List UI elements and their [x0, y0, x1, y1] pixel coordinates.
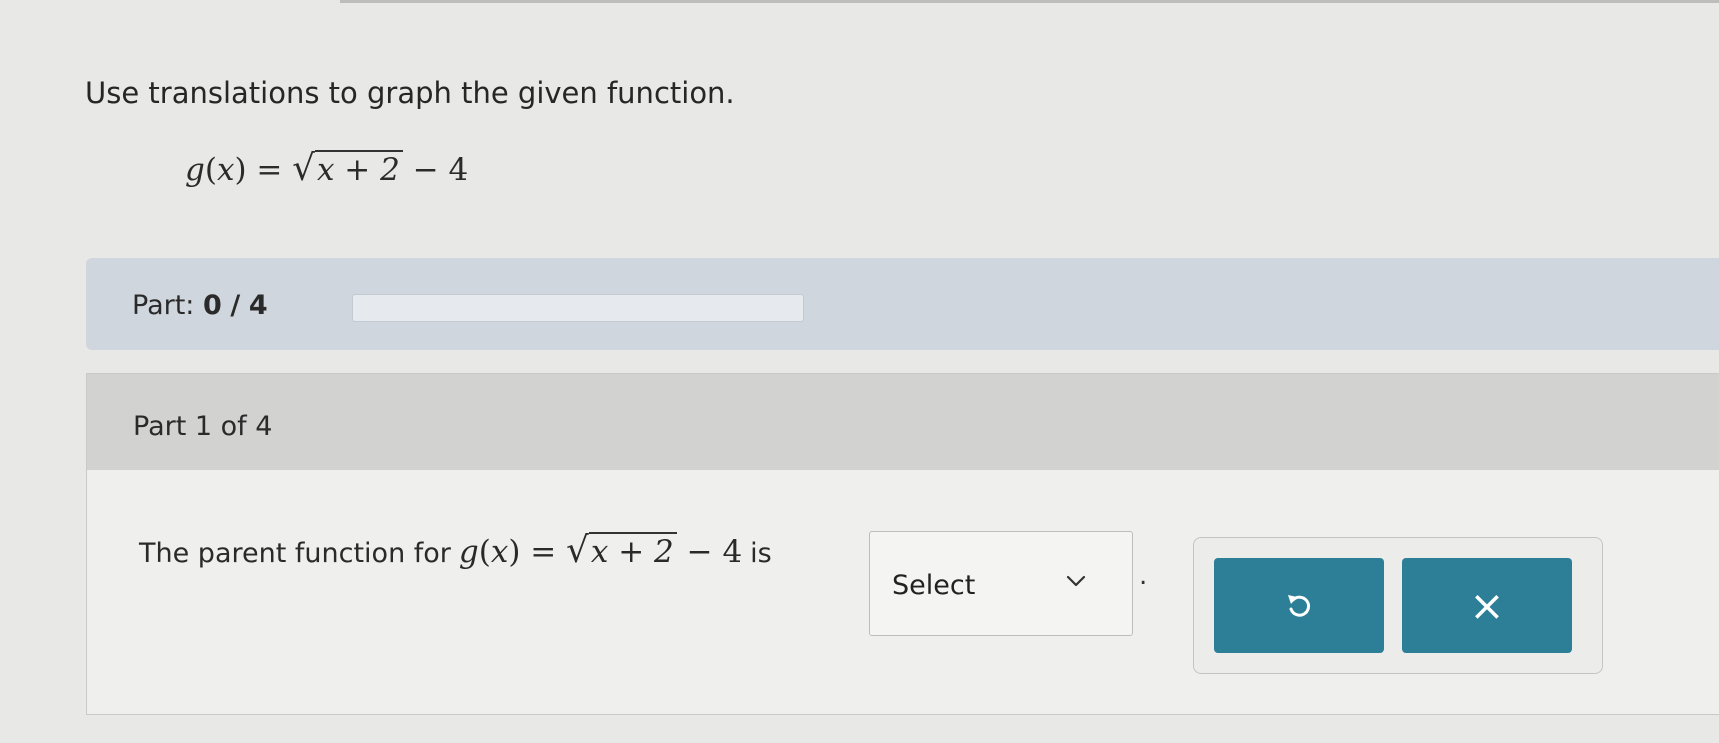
function-tail: − 4 [412, 151, 469, 188]
undo-icon [1288, 594, 1311, 617]
question-formula: g(x) = √ x + 2 − 4 [458, 529, 743, 571]
part-header: Part 1 of 4 [133, 411, 273, 442]
function-formula: g (x) = √ x + 2 − 4 [185, 147, 469, 189]
question-card: Part 1 of 4 The parent function for g(x)… [86, 373, 1719, 715]
function-variable: x [216, 151, 235, 188]
select-value: Select [892, 570, 976, 601]
radicand: x + 2 [314, 150, 403, 187]
parent-function-select[interactable]: Select [869, 531, 1133, 636]
progress-total: 4 [248, 290, 268, 321]
close-icon: × [1469, 580, 1505, 630]
undo-button[interactable] [1214, 558, 1384, 653]
part-progress-label: Part: 0 / 4 [132, 290, 268, 321]
card-header: Part 1 of 4 [87, 374, 1719, 470]
function-name: g [185, 151, 205, 188]
progress-track [352, 294, 804, 322]
action-button-panel: × [1193, 537, 1603, 674]
sentence-period: . [1139, 561, 1148, 591]
square-root: √ x + 2 [292, 150, 403, 187]
progress-bar-region [86, 258, 1719, 350]
clear-button[interactable]: × [1402, 558, 1572, 653]
instruction-text: Use translations to graph the given func… [85, 76, 735, 110]
top-border [340, 0, 1719, 3]
question-text: The parent function for g(x) = √ x + 2 − … [139, 529, 772, 571]
chevron-down-icon [1066, 575, 1086, 587]
progress-current: 0 [203, 290, 222, 321]
